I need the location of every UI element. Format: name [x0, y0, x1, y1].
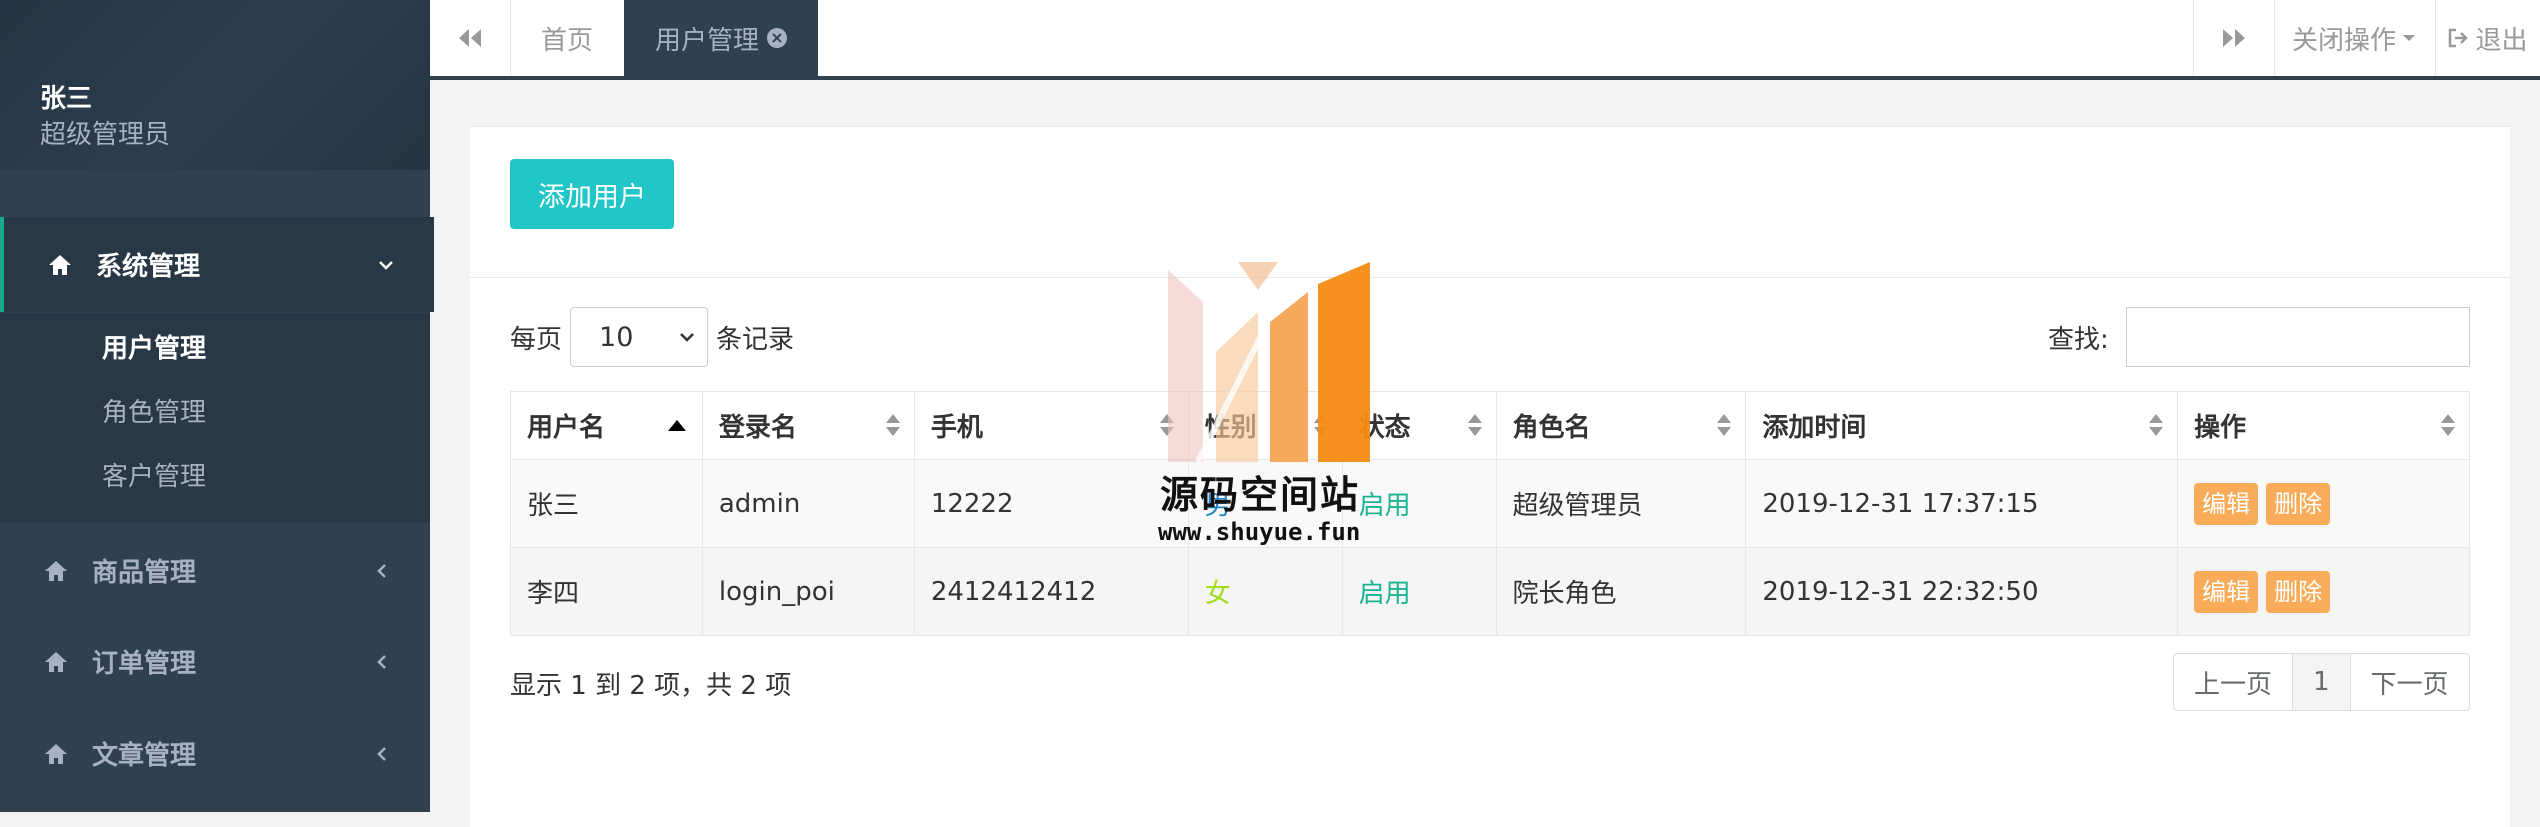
sort-icon	[885, 414, 900, 438]
sidebar-item-label: 商品管理	[92, 558, 197, 588]
table-row: 张三 admin 12222 男 启用 超级管理员 2019-12-31 17:…	[510, 459, 2470, 548]
scroll-tabs-right-button[interactable]	[2193, 0, 2275, 76]
cell-role: 院长角色	[1495, 547, 1747, 636]
sort-icon	[1467, 414, 1482, 438]
column-header-login[interactable]: 登录名	[701, 391, 915, 460]
page-length-value: 10	[599, 321, 634, 353]
close-operations-dropdown[interactable]: 关闭操作	[2273, 0, 2436, 76]
home-icon	[49, 254, 71, 275]
chevron-left-icon	[377, 746, 386, 761]
sidebar: 张三 超级管理员 系统管理 用户管理 角色管理 客户管理 商品管理 订单管理 文…	[0, 0, 434, 812]
pagination: 上一页 1 下一页	[2173, 653, 2470, 711]
next-page-button[interactable]: 下一页	[2351, 654, 2469, 710]
double-arrow-right-icon	[2223, 29, 2245, 47]
close-tab-icon[interactable]: ×	[767, 28, 787, 48]
cell-username: 李四	[510, 547, 703, 636]
watermark-url: www.shuyue.fun	[1158, 518, 1361, 546]
sidebar-item-articles[interactable]: 文章管理	[0, 706, 430, 801]
table-header-row: 用户名 登录名 手机 性别 状态 角色名 添加时间 操作	[510, 391, 2470, 460]
sort-ascending-icon	[667, 420, 686, 431]
sort-icon	[1717, 414, 1732, 438]
caret-down-icon	[2403, 35, 2415, 41]
tab-label: 用户管理	[654, 25, 759, 56]
chevron-down-icon	[680, 333, 694, 342]
search-input[interactable]	[2126, 307, 2470, 367]
header-label: 手机	[930, 413, 983, 443]
column-header-username[interactable]: 用户名	[510, 391, 703, 460]
tab-user-management[interactable]: 用户管理 ×	[624, 0, 818, 76]
cell-status: 启用	[1341, 547, 1497, 636]
sort-icon	[2149, 414, 2164, 438]
table-row: 李四 login_poi 2412412412 女 启用 院长角色 2019-1…	[510, 547, 2470, 636]
chevron-left-icon	[377, 654, 386, 669]
cell-actions: 编辑 删除	[2177, 547, 2470, 636]
header-label: 角色名	[1512, 413, 1591, 443]
prev-page-button[interactable]: 上一页	[2174, 654, 2294, 710]
header-label: 添加时间	[1762, 413, 1867, 443]
panel-toolbar: 添加用户	[470, 127, 2510, 278]
page-length-select[interactable]: 10	[570, 307, 709, 367]
delete-button[interactable]: 删除	[2266, 570, 2331, 613]
cell-actions: 编辑 删除	[2177, 459, 2470, 548]
cell-login: login_poi	[701, 547, 915, 636]
header-label: 登录名	[718, 413, 797, 443]
search-label: 查找:	[2048, 325, 2109, 355]
home-icon	[45, 651, 67, 672]
chevron-down-icon	[379, 260, 393, 270]
delete-button[interactable]: 删除	[2266, 482, 2331, 525]
cell-phone: 12222	[913, 459, 1189, 548]
cell-login: admin	[701, 459, 915, 548]
watermark-title: 源码空间站	[1160, 473, 1361, 517]
cell-phone: 2412412412	[913, 547, 1189, 636]
header-label: 操作	[2194, 413, 2247, 443]
profile-user-name[interactable]: 张三	[40, 78, 92, 115]
sidebar-item-system[interactable]: 系统管理	[0, 217, 434, 312]
sidebar-item-label: 文章管理	[92, 741, 197, 771]
home-icon	[45, 743, 67, 764]
user-table: 用户名 登录名 手机 性别 状态 角色名 添加时间 操作 张三 admin 12…	[510, 391, 2470, 636]
double-arrow-left-icon	[459, 29, 481, 47]
column-header-role[interactable]: 角色名	[1495, 391, 1747, 460]
logout-label: 退出	[2475, 25, 2528, 56]
edit-button[interactable]: 编辑	[2194, 570, 2259, 613]
sidebar-item-products[interactable]: 商品管理	[0, 523, 430, 618]
cell-added: 2019-12-31 22:32:50	[1745, 547, 2179, 636]
sidebar-subitem-users[interactable]: 用户管理	[102, 328, 206, 365]
profile-user-role: 超级管理员	[40, 120, 171, 150]
add-user-button[interactable]: 添加用户	[510, 159, 674, 229]
sidebar-submenu: 用户管理 角色管理 客户管理	[0, 313, 430, 523]
close-operations-label: 关闭操作	[2291, 25, 2396, 56]
sidebar-subitem-customers[interactable]: 客户管理	[102, 456, 206, 493]
cell-added: 2019-12-31 17:37:15	[1745, 459, 2179, 548]
content-panel: 添加用户 每页 10 条记录 查找: 用户名 登录名 手机 性别 状态 角色名 …	[470, 126, 2510, 827]
page-length-control: 每页 10 条记录	[510, 307, 794, 367]
column-header-phone[interactable]: 手机	[913, 391, 1189, 460]
sidebar-subitem-roles[interactable]: 角色管理	[102, 392, 206, 429]
home-icon	[45, 560, 67, 581]
tab-home[interactable]: 首页	[510, 0, 625, 76]
sidebar-item-label: 系统管理	[96, 252, 201, 282]
scroll-tabs-left-button[interactable]	[430, 0, 511, 76]
sidebar-item-orders[interactable]: 订单管理	[0, 614, 430, 709]
cell-username: 张三	[510, 459, 703, 548]
sort-icon	[2441, 414, 2455, 438]
tab-bar: 首页 用户管理 × 关闭操作 退出	[430, 0, 2540, 80]
column-header-added[interactable]: 添加时间	[1745, 391, 2179, 460]
per-page-suffix: 条记录	[716, 324, 795, 355]
per-page-prefix: 每页	[510, 324, 563, 355]
chevron-left-icon	[377, 563, 386, 578]
logout-button[interactable]: 退出	[2435, 0, 2540, 76]
cell-role: 超级管理员	[1495, 459, 1747, 548]
header-label: 用户名	[527, 413, 606, 443]
page-number-button[interactable]: 1	[2293, 654, 2351, 710]
sign-out-icon	[2449, 28, 2469, 48]
cell-gender: 女	[1187, 547, 1343, 636]
edit-button[interactable]: 编辑	[2194, 482, 2259, 525]
profile-panel: 张三 超级管理员	[0, 0, 430, 170]
table-info-text: 显示 1 到 2 项，共 2 项	[510, 671, 792, 701]
column-header-actions[interactable]: 操作	[2177, 391, 2470, 460]
sidebar-item-label: 订单管理	[92, 649, 197, 679]
